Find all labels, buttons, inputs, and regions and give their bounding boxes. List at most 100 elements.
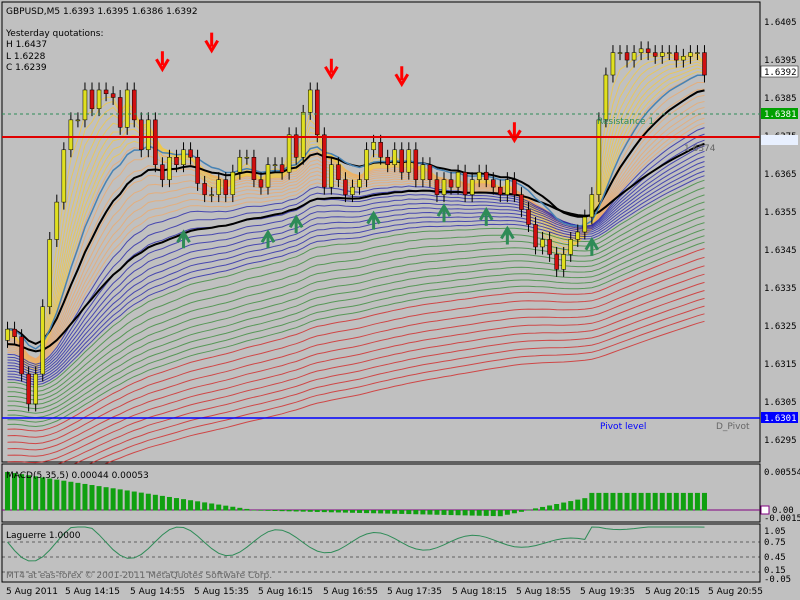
candle-body (540, 239, 545, 248)
macd-bar (399, 510, 405, 514)
macd-bar (216, 504, 222, 511)
candle-body (695, 52, 700, 54)
macd-bar (314, 510, 320, 512)
candle-body (131, 89, 137, 121)
candle-body (89, 89, 95, 109)
macd-bar (96, 486, 102, 511)
trading-chart[interactable]: Resistance 1 1.6374 Pivot level D_Pivot … (0, 0, 800, 600)
macd-bar (293, 510, 299, 512)
pivot-label: Pivot level (600, 422, 646, 432)
candle-body (610, 52, 616, 76)
time-tick: 5 Aug 17:35 (387, 587, 442, 597)
candle-body (146, 119, 151, 151)
candle-body (568, 239, 573, 255)
time-tick: 5 Aug 18:55 (516, 587, 571, 597)
price-tick: 1.6305 (764, 398, 797, 408)
macd-bar (547, 505, 553, 511)
candle-body (434, 179, 440, 195)
price-tick: 1.6355 (764, 208, 797, 218)
candle-body (476, 171, 482, 180)
candle-body (230, 171, 236, 195)
macd-bar (540, 506, 546, 511)
macd-bar (525, 509, 531, 511)
macd-bar (652, 492, 658, 511)
candle-body (322, 134, 327, 188)
candle-body (19, 336, 24, 375)
candle-body (103, 89, 109, 94)
candle-body (110, 93, 116, 98)
macd-bar (349, 510, 355, 513)
resistance-value-text: 1.6374 (684, 144, 716, 154)
laguerre-axis-tick: 0.75 (764, 538, 786, 548)
candle-body (667, 52, 672, 54)
macd-label: MACD(5,35,5) 0.00044 0.00053 (6, 471, 149, 481)
macd-bar (47, 478, 53, 511)
candle-body (392, 149, 397, 165)
macd-bar (680, 492, 686, 511)
macd-bar (173, 498, 179, 511)
macd-bar (237, 507, 243, 511)
macd-bar (371, 510, 377, 514)
time-tick: 5 Aug 16:55 (323, 587, 378, 597)
candle-body (174, 156, 179, 165)
price-tick: 1.6315 (764, 360, 797, 370)
time-axis: 5 Aug 2011 5 Aug 14:15 5 Aug 14:55 5 Aug… (6, 587, 763, 597)
macd-bar (152, 494, 158, 511)
macd-bar (392, 510, 398, 514)
candle-body (181, 149, 186, 165)
candle-body (681, 56, 686, 61)
price-tick: 1.6365 (764, 170, 797, 180)
macd-bar (701, 492, 707, 511)
macd-axis-bottom: -0.00158 (764, 514, 800, 524)
time-tick: 5 Aug 19:35 (580, 587, 635, 597)
macd-bar (666, 492, 672, 511)
candle-body (61, 149, 67, 203)
current-price-badge: 1.6392 (764, 68, 797, 78)
macd-bar (40, 477, 46, 511)
candle-body (350, 186, 355, 195)
macd-bar (554, 504, 560, 511)
candle-body (5, 328, 10, 341)
price-tick: 1.6405 (764, 18, 797, 28)
macd-bar (568, 501, 574, 511)
macd-bar (89, 485, 95, 511)
candle-body (399, 149, 405, 173)
candle-body (688, 52, 693, 57)
macd-bar (603, 492, 609, 511)
candle-body (624, 52, 630, 61)
candle-body (617, 52, 623, 54)
yesterday-close: C 1.6239 (6, 63, 47, 73)
macd-axis-top: 0.00554 (764, 468, 800, 478)
candle-body (371, 142, 376, 151)
yesterday-title: Yesterday quotations: (5, 29, 103, 39)
candle-body (406, 149, 412, 173)
candle-body (364, 149, 369, 180)
price-tick: 1.6345 (764, 246, 797, 256)
candle-body (265, 164, 271, 188)
candle-body (483, 171, 489, 180)
macd-bar (335, 510, 341, 513)
macd-bar (645, 492, 651, 511)
candle-body (223, 179, 229, 195)
macd-bar (589, 492, 595, 511)
candle-body (124, 89, 130, 128)
watermark: MT4 at eas-forex © 2001-2011 MetaQuotes … (6, 571, 272, 581)
time-tick: 5 Aug 2011 (6, 587, 58, 597)
candle-body (307, 89, 313, 113)
candle-body (603, 74, 609, 121)
macd-bar (406, 510, 412, 515)
laguerre-label: Laguerre 1.0000 (6, 531, 81, 541)
macd-bar (82, 483, 88, 511)
macd-bar (131, 491, 137, 511)
macd-bar (610, 492, 616, 511)
macd-bar (61, 480, 67, 511)
laguerre-axis-tick: 1.05 (764, 527, 786, 537)
time-tick: 5 Aug 20:55 (708, 587, 763, 597)
candle-body (645, 48, 651, 53)
resistance-label: Resistance 1 (597, 117, 654, 127)
candle-body (336, 164, 341, 180)
candle-body (272, 164, 278, 166)
laguerre-axis-tick: -0.05 (764, 575, 791, 585)
candle-body (462, 171, 468, 195)
macd-bar (673, 492, 679, 511)
